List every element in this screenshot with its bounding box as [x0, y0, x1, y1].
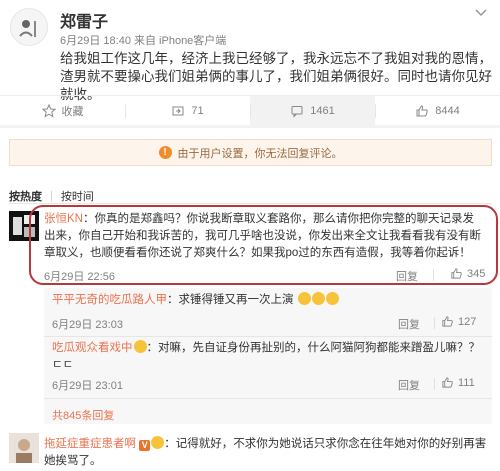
- section-gap: [0, 125, 500, 128]
- reply-time: 6月29日 23:01: [52, 380, 123, 392]
- commenter-avatar[interactable]: [9, 433, 39, 463]
- more-icon[interactable]: [474, 6, 488, 23]
- like-button[interactable]: 8444: [375, 96, 500, 125]
- comment-button[interactable]: 1461: [250, 96, 375, 125]
- weibo-post: 郑雷子 6月29日 18:40 来自 iPhone客户端 给我姐工作这几年，经济…: [0, 0, 500, 128]
- repost-icon: [172, 106, 184, 115]
- tab-divider: |: [50, 190, 53, 202]
- divider: [44, 336, 492, 337]
- like-count: 8444: [435, 104, 460, 117]
- vip-badge-icon: V: [139, 440, 151, 451]
- laughing-emoji-icon: [311, 292, 325, 305]
- post-actions: 收藏 71 1461 8444: [0, 95, 500, 125]
- reply-button[interactable]: 回复: [398, 377, 420, 393]
- reply-username[interactable]: 平平无奇的吃瓜路人甲: [52, 294, 167, 306]
- like-icon: [416, 104, 428, 116]
- view-more-replies-link[interactable]: 共845条回复: [52, 407, 114, 423]
- comment-text: 拖延症重症患者啊 V ：记得就好，不求你为她说话只求你念在往年她对你的好别再害她挨…: [44, 436, 492, 470]
- favorite-button[interactable]: 收藏: [0, 96, 125, 125]
- divider: [434, 378, 435, 390]
- repost-count: 71: [191, 104, 204, 117]
- laughing-emoji-icon: [325, 292, 339, 305]
- reply-restricted-notice: ! 由于用户设置，你无法回复评论。: [9, 139, 492, 166]
- reply-username[interactable]: 吃瓜观众看戏中: [52, 342, 133, 354]
- comment-sort-tabs: 按热度 | 按时间: [9, 188, 94, 204]
- repost-button[interactable]: 71: [125, 96, 250, 125]
- reply-like-count: 127: [458, 315, 477, 328]
- reply-body: ：求锤得锤又再一次上演: [167, 294, 294, 306]
- notice-text: 由于用户设置，你无法回复评论。: [177, 147, 343, 160]
- reply-like-button[interactable]: 111: [441, 376, 475, 389]
- reply-text: 吃瓜观众看戏中 ：对嘛，先自证身份再扯别的，什么阿猫阿狗都能来蹭盈儿嘛？？ㄷㄷ: [52, 340, 484, 374]
- reply-button[interactable]: 回复: [398, 316, 420, 332]
- divider: [9, 203, 492, 204]
- laughing-emoji-icon: [297, 292, 311, 305]
- emoji-icon: [133, 340, 147, 353]
- reply-like-button[interactable]: 127: [441, 315, 476, 328]
- emoji-icon: [151, 436, 165, 449]
- post-meta: 6月29日 18:40 来自 iPhone客户端: [60, 35, 227, 47]
- warning-icon: !: [158, 146, 172, 159]
- comment-count: 1461: [310, 104, 335, 117]
- star-icon: [41, 103, 56, 118]
- like-icon: [442, 377, 453, 388]
- reply-like-count: 111: [458, 376, 475, 389]
- tab-sort-time[interactable]: 按时间: [61, 188, 94, 204]
- divider: [434, 317, 435, 329]
- reply-time: 6月29日 23:03: [52, 319, 123, 331]
- divider: [44, 398, 492, 399]
- author-name[interactable]: 郑雷子: [60, 8, 108, 32]
- tab-sort-hot[interactable]: 按热度: [9, 188, 42, 204]
- like-icon: [442, 316, 453, 327]
- comment-icon: [291, 105, 303, 118]
- highlight-annotation: [29, 205, 498, 285]
- comment-username[interactable]: 拖延症重症患者啊: [44, 438, 136, 450]
- favorite-label: 收藏: [61, 105, 84, 118]
- author-avatar[interactable]: [10, 8, 48, 46]
- reply-text: 平平无奇的吃瓜路人甲：求锤得锤又再一次上演: [52, 292, 484, 309]
